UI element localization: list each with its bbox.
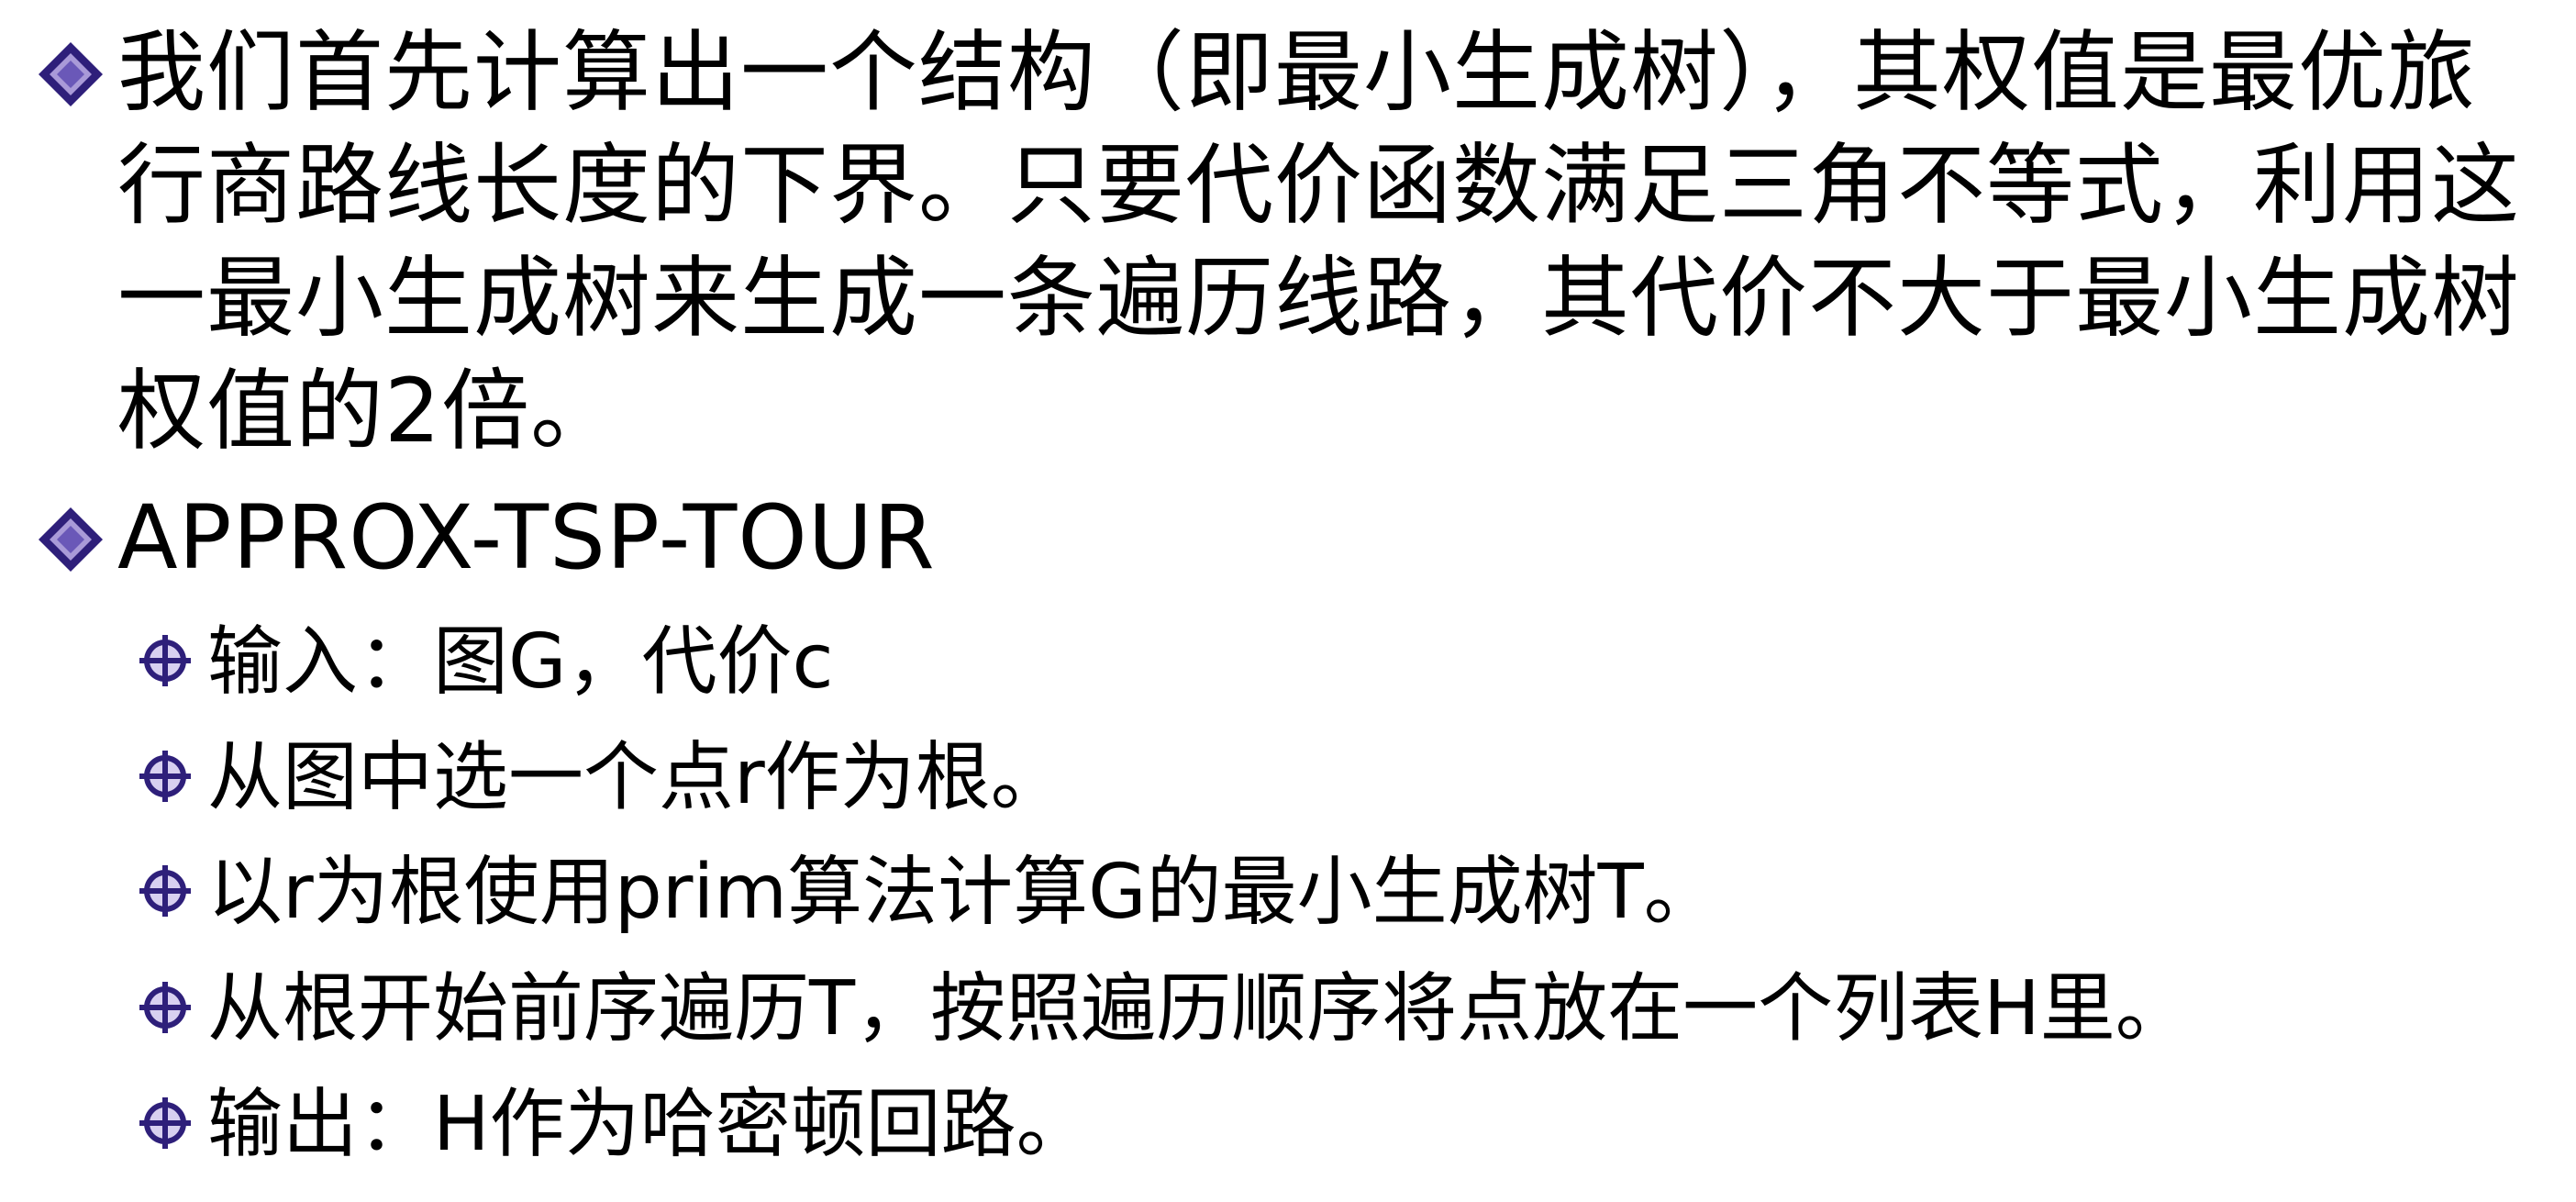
sub-item-text: 从根开始前序遍历T，按照遍历顺序将点放在一个列表H里。 [207,965,2191,1052]
sub-item-preorder: 从根开始前序遍历T，按照遍历顺序将点放在一个列表H里。 [138,963,2523,1055]
sub-item-text: 输出：H作为哈密顿回路。 [207,1081,1092,1168]
slide-content: 我们首先计算出一个结构（即最小生成树），其权值是最优旅行商路线长度的下界。只要代… [0,0,2576,1202]
crosshair-bullet-icon [139,865,191,917]
bullet-item-description: 我们首先计算出一个结构（即最小生成树），其权值是最优旅行商路线长度的下界。只要代… [37,17,2550,475]
sub-item-text: 输入：图G，代价c [207,618,834,706]
bullet-item-algorithm: APPROX-TSP-TOUR [37,482,2550,595]
diamond-bullet-icon [39,507,103,572]
sub-item-output: 输出：H作为哈密顿回路。 [138,1079,2523,1171]
crosshair-bullet-icon [139,751,191,802]
sub-item-input: 输入：图G，代价c [138,617,2523,708]
sub-item-text: 以r为根使用prim算法计算G的最小生成树T。 [207,849,1719,936]
crosshair-bullet-icon [139,982,191,1033]
diamond-bullet-icon [39,42,103,106]
crosshair-bullet-icon [139,1097,191,1149]
crosshair-bullet-icon [139,635,191,686]
sub-item-prim: 以r为根使用prim算法计算G的最小生成树T。 [138,847,2523,939]
algorithm-title: APPROX-TSP-TOUR [117,486,936,589]
sub-item-text: 从图中选一个点r作为根。 [207,734,1066,821]
sub-item-choose-root: 从图中选一个点r作为根。 [138,732,2523,824]
description-text: 我们首先计算出一个结构（即最小生成树），其权值是最优旅行商路线长度的下界。只要代… [117,21,2520,462]
